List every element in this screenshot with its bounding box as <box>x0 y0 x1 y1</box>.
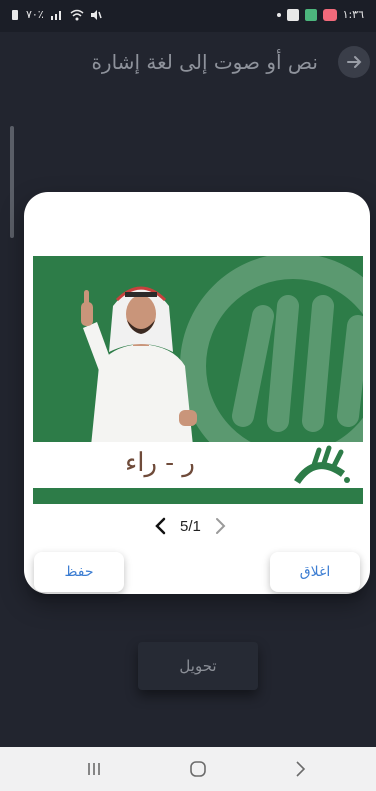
recents-icon[interactable] <box>84 759 104 779</box>
convert-button[interactable]: تحويل <box>138 642 258 690</box>
notification-image-icon <box>304 8 317 21</box>
battery-icon <box>12 9 18 20</box>
sign-video[interactable]: ر - راء <box>33 256 363 504</box>
notification-square-icon <box>286 8 299 21</box>
signal-icon <box>50 10 61 20</box>
status-bar: ٧٠٪ ١:٣٦ <box>0 0 376 32</box>
notification-heart-icon <box>322 8 337 21</box>
arrow-right-icon <box>347 56 362 68</box>
caption-strip: ر - راء <box>33 442 363 488</box>
close-button[interactable]: اغلاق <box>270 552 360 592</box>
chevron-right-icon[interactable] <box>215 517 227 535</box>
back-button[interactable] <box>338 46 370 78</box>
chevron-left-icon[interactable] <box>154 517 166 535</box>
wifi-icon <box>70 9 84 20</box>
sign-caption: ر - راء <box>125 448 195 478</box>
hands-logo-icon <box>294 445 350 485</box>
save-button[interactable]: حفظ <box>34 552 124 592</box>
battery-percent: ٧٠٪ <box>26 8 44 21</box>
side-scroll-handle[interactable] <box>10 126 14 238</box>
pager: 5/1 <box>154 514 227 538</box>
status-left: ٧٠٪ <box>10 8 102 21</box>
page-title: نص أو صوت إلى لغة إشارة <box>91 50 318 74</box>
dot-icon <box>276 12 281 17</box>
status-right: ١:٣٦ <box>276 8 364 21</box>
app-header: نص أو صوت إلى لغة إشارة <box>0 32 376 92</box>
presenter-image <box>81 286 197 446</box>
home-icon[interactable] <box>188 759 208 779</box>
back-icon[interactable] <box>290 759 310 779</box>
clock: ١:٣٦ <box>342 8 364 21</box>
sign-preview-modal: ر - راء 5/1 حفظ اغلاق <box>24 192 370 594</box>
page-indicator: 5/1 <box>180 517 201 535</box>
system-nav-bar <box>0 747 376 791</box>
mute-icon <box>90 9 102 20</box>
